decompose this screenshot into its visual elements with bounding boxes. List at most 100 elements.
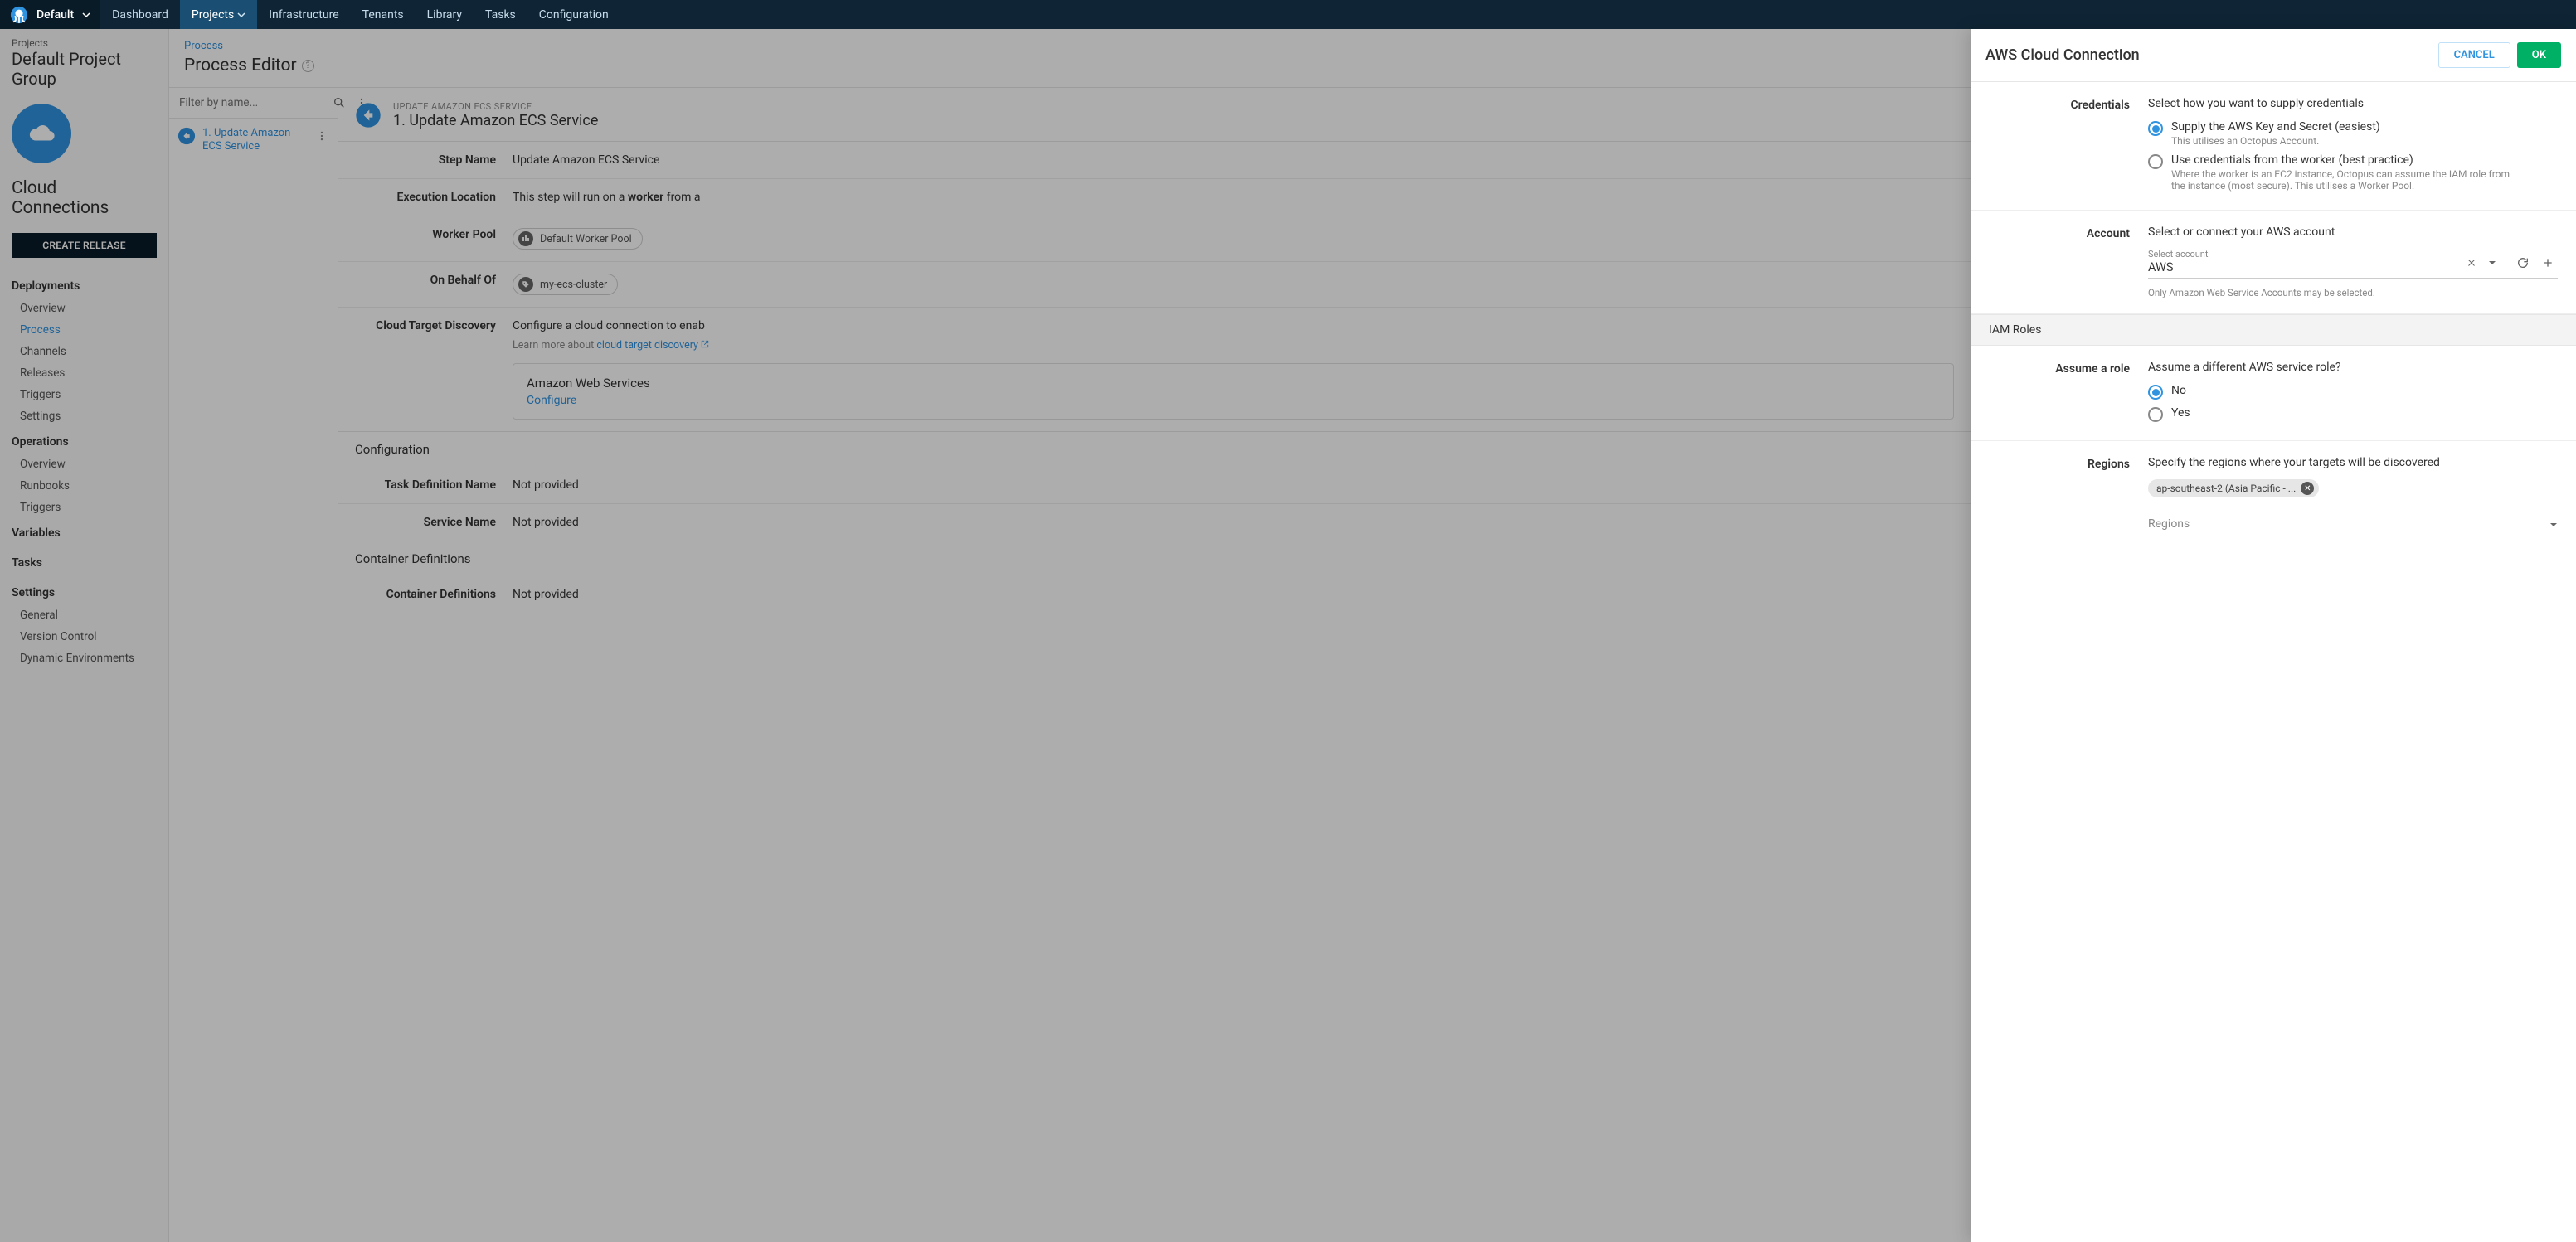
sidenav-settings-dynamic-env[interactable]: Dynamic Environments [0, 648, 168, 669]
kv-ctd-key: Cloud Target Discovery [355, 319, 496, 420]
ctd-hint-pre: Learn more about [513, 339, 596, 352]
kv-cd-key: Container Definitions [355, 588, 496, 601]
kv-worker-pool: Worker Pool Default Worker Pool [338, 216, 1971, 261]
sidenav-settings-version-control[interactable]: Version Control [0, 626, 168, 648]
account-label: Account [1989, 226, 2130, 298]
sidenav-operations-triggers[interactable]: Triggers [0, 497, 168, 518]
kv-tdn-value: Not provided [513, 478, 1954, 492]
step-row-name: Update Amazon ECS Service [202, 127, 290, 153]
chevron-down-icon [2549, 521, 2558, 529]
ctd-hint: Learn more about cloud target discovery [513, 339, 1954, 352]
assume-yes-label: Yes [2171, 406, 2190, 420]
kv-container-defs: Container Definitions Not provided [338, 576, 1971, 613]
step-detail-subtitle: UPDATE AMAZON ECS SERVICE [393, 101, 598, 112]
nav-infra-label: Infrastructure [269, 8, 338, 22]
account-refresh-icon[interactable] [2513, 253, 2533, 273]
kv-ctd-value: Configure a cloud connection to enab [513, 319, 1954, 332]
nav-config-label: Configuration [539, 8, 609, 22]
sidenav-deployments-overview[interactable]: Overview [0, 298, 168, 319]
region-chip-label: ap-southeast-2 (Asia Pacific - ... [2156, 483, 2296, 494]
octopus-logo-icon [10, 6, 28, 24]
sidenav-settings-general[interactable]: General [0, 604, 168, 626]
sidenav-settings-header[interactable]: Settings [0, 578, 168, 604]
chip-remove-icon[interactable]: ✕ [2301, 482, 2314, 495]
regions-row: Regions Specify the regions where your t… [1971, 441, 2576, 551]
kv-svc-key: Service Name [355, 516, 496, 529]
regions-label: Regions [1989, 456, 2130, 536]
assume-radio-no[interactable]: No [2148, 384, 2558, 400]
sidenav-deployments-process[interactable]: Process [0, 319, 168, 341]
assume-lead: Assume a different AWS service role? [2148, 361, 2558, 374]
ctd-link-text: cloud target discovery [596, 339, 698, 352]
credentials-radio-key-secret[interactable]: Supply the AWS Key and Secret (easiest) … [2148, 120, 2558, 147]
chevron-down-icon [82, 11, 90, 19]
process-editor-title: Process Editor ? [184, 56, 1956, 75]
credentials-row: Credentials Select how you want to suppl… [1971, 82, 2576, 211]
worker-pool-chip[interactable]: Default Worker Pool [513, 228, 643, 250]
account-lead: Select or connect your AWS account [2148, 226, 2558, 239]
account-hint: Only Amazon Web Service Accounts may be … [2148, 287, 2558, 298]
kv-cd-value: Not provided [513, 588, 1954, 601]
step-row[interactable]: 1. Update Amazon ECS Service [169, 119, 338, 163]
help-icon[interactable]: ? [302, 60, 314, 72]
step-detail-title: 1. Update Amazon ECS Service [393, 112, 598, 129]
kv-task-def-name: Task Definition Name Not provided [338, 467, 1971, 503]
account-select[interactable]: Select account AWS [2148, 249, 2558, 279]
sidenav-deployments-header[interactable]: Deployments [0, 271, 168, 298]
nav-tenants[interactable]: Tenants [351, 0, 416, 29]
aws-connection-card: Amazon Web Services Configure [513, 363, 1954, 420]
behalf-chip[interactable]: my-ecs-cluster [513, 274, 618, 295]
step-row-kebab-icon[interactable] [313, 127, 331, 145]
process-editor: Process Process Editor ? [169, 29, 1971, 1242]
cloud-icon [27, 119, 56, 148]
create-release-button[interactable]: CREATE RELEASE [12, 233, 157, 258]
sidenav-operations-overview[interactable]: Overview [0, 454, 168, 475]
account-row: Account Select or connect your AWS accou… [1971, 211, 2576, 314]
app-body: Projects Default Project Group Cloud Con… [0, 29, 2576, 1242]
aws-card-configure-link[interactable]: Configure [527, 394, 576, 407]
project-name: Cloud Connections [0, 172, 168, 225]
region-chip[interactable]: ap-southeast-2 (Asia Pacific - ... ✕ [2148, 479, 2319, 497]
kv-step-name-key: Step Name [355, 153, 496, 167]
sidenav-deployments-releases[interactable]: Releases [0, 362, 168, 384]
worker-pool-chip-label: Default Worker Pool [540, 233, 632, 245]
sidenav-tasks[interactable]: Tasks [0, 548, 168, 578]
space-name: Default [36, 8, 74, 22]
breadcrumb[interactable]: Projects [0, 29, 168, 49]
step-filter-input[interactable] [179, 96, 326, 109]
nav-configuration[interactable]: Configuration [527, 0, 620, 29]
ok-button[interactable]: OK [2517, 42, 2561, 68]
sidenav-deployments-triggers[interactable]: Triggers [0, 384, 168, 405]
regions-select[interactable]: Regions [2148, 512, 2558, 536]
kv-tdn-key: Task Definition Name [355, 478, 496, 492]
nav-tenants-label: Tenants [362, 8, 404, 22]
cancel-button[interactable]: CANCEL [2438, 42, 2510, 68]
process-breadcrumb[interactable]: Process [184, 40, 223, 52]
space-switcher[interactable]: Default [0, 0, 100, 29]
account-add-icon[interactable] [2538, 253, 2558, 273]
kv-exec-location: Execution Location This step will run on… [338, 178, 1971, 216]
nav-infrastructure[interactable]: Infrastructure [257, 0, 350, 29]
credentials-radio-worker[interactable]: Use credentials from the worker (best pr… [2148, 153, 2558, 192]
sidenav-operations-header[interactable]: Operations [0, 427, 168, 454]
drawer-title: AWS Cloud Connection [1985, 46, 2140, 64]
nav-projects-label: Projects [192, 8, 234, 22]
project-logo [12, 104, 71, 163]
account-clear-icon[interactable] [2463, 255, 2480, 271]
sidenav-variables[interactable]: Variables [0, 518, 168, 548]
project-group-title: Default Project Group [0, 49, 168, 95]
account-dropdown-icon[interactable] [2485, 255, 2500, 270]
nav-projects[interactable]: Projects [180, 0, 257, 29]
configuration-section-header: Configuration [338, 431, 1971, 467]
sidenav-deployments-channels[interactable]: Channels [0, 341, 168, 362]
ctd-learn-link[interactable]: cloud target discovery [596, 339, 709, 352]
nav-library[interactable]: Library [416, 0, 474, 29]
nav-dashboard[interactable]: Dashboard [100, 0, 180, 29]
sidenav-deployments-settings[interactable]: Settings [0, 405, 168, 427]
kv-step-name-value: Update Amazon ECS Service [513, 153, 1954, 167]
assume-radio-yes[interactable]: Yes [2148, 406, 2558, 422]
credentials-label: Credentials [1989, 97, 2130, 195]
project-sidebar: Projects Default Project Group Cloud Con… [0, 29, 169, 1242]
nav-tasks[interactable]: Tasks [474, 0, 527, 29]
sidenav-operations-runbooks[interactable]: Runbooks [0, 475, 168, 497]
